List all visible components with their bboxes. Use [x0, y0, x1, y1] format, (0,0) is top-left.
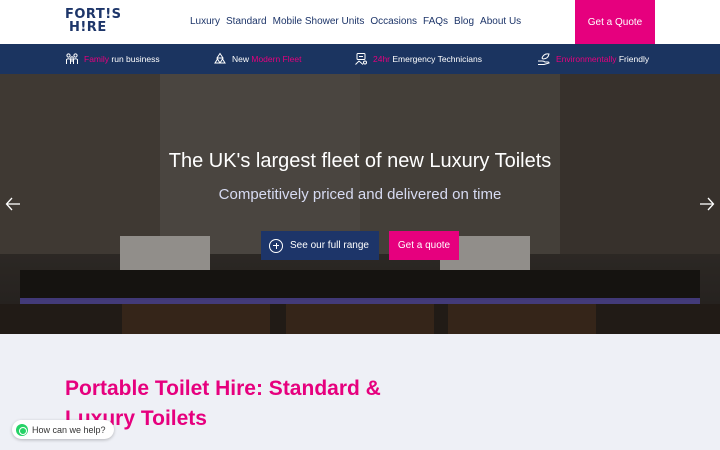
carousel-prev-arrow-icon[interactable]	[5, 194, 21, 214]
info-highlight: Environmentally	[556, 54, 617, 64]
get-a-quote-button[interactable]: Get a Quote	[575, 0, 655, 44]
hero-subtitle: Competitively priced and delivered on ti…	[218, 186, 502, 203]
hero-banner: The UK's largest fleet of new Luxury Toi…	[0, 74, 720, 334]
info-highlight: Modern Fleet	[251, 54, 302, 64]
technician-icon	[355, 53, 367, 65]
nav-luxury[interactable]: Luxury	[190, 15, 220, 29]
whatsapp-icon	[16, 423, 28, 436]
nav-mobile-shower-units[interactable]: Mobile Shower Units	[273, 15, 365, 29]
info-prefix: New	[232, 54, 252, 64]
nav-about-us[interactable]: About Us	[480, 15, 521, 29]
info-highlight: Family	[84, 54, 110, 64]
chat-label: How can we help?	[32, 424, 106, 435]
nav-faqs[interactable]: FAQs	[423, 15, 448, 29]
logo-line-2: H!RE	[69, 20, 107, 35]
site-header: FORT!S H!RE Luxury Standard Mobile Showe…	[0, 0, 720, 44]
range-button-label: See our full range	[290, 240, 369, 251]
info-item-environment: Environmentally Friendly	[537, 52, 649, 66]
info-text: Friendly	[616, 54, 650, 64]
plus-circle-icon	[269, 238, 283, 253]
hand-leaf-icon	[538, 53, 550, 65]
hero-get-quote-button[interactable]: Get a quote	[389, 231, 459, 260]
hero-overlay	[0, 74, 720, 334]
info-highlight: 24hr	[373, 54, 391, 64]
recycle-icon	[214, 52, 226, 64]
whatsapp-chat-widget[interactable]: How can we help?	[12, 420, 114, 439]
info-item-family: Family run business	[65, 52, 160, 66]
nav-standard[interactable]: Standard	[226, 15, 267, 29]
people-icon	[66, 53, 78, 64]
see-full-range-button[interactable]: See our full range	[261, 231, 379, 260]
carousel-next-arrow-icon[interactable]	[699, 194, 715, 214]
hero-title: The UK's largest fleet of new Luxury Toi…	[168, 150, 552, 172]
info-item-emergency: 24hr Emergency Technicians	[354, 52, 482, 66]
nav-blog[interactable]: Blog	[454, 15, 474, 29]
info-text: run business	[109, 54, 160, 64]
nav-occasions[interactable]: Occasions	[370, 15, 417, 29]
info-item-fleet: New Modern Fleet	[213, 52, 301, 66]
fortis-hire-logo[interactable]: FORT!S H!RE	[65, 8, 137, 36]
section-heading: Portable Toilet Hire: Standard & Luxury …	[65, 377, 381, 430]
main-nav: Luxury Standard Mobile Shower Units Occa…	[190, 15, 521, 29]
info-bar: Family run business New Modern Fleet 24h…	[0, 44, 720, 74]
info-text: Emergency Technicians	[390, 54, 482, 64]
